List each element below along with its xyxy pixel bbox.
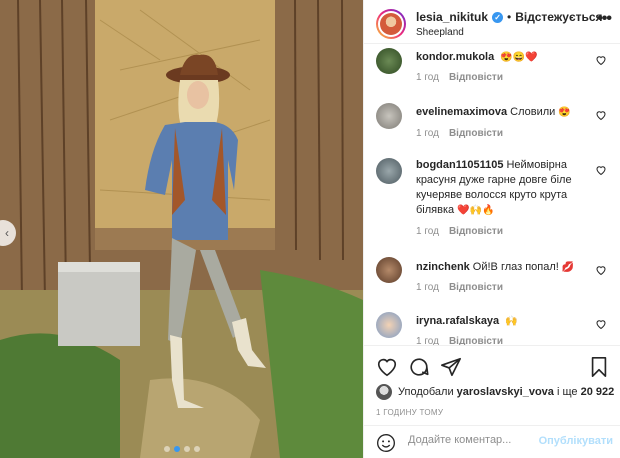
post-timestamp[interactable]: 1 ГОДИНУ ТОМУ: [376, 408, 443, 417]
more-options-icon[interactable]: •••: [597, 10, 612, 28]
comment-item: iryna.rafalskaya 🙌 1 год Відповісти: [364, 310, 620, 345]
reply-button[interactable]: Відповісти: [449, 282, 503, 293]
commenter-avatar[interactable]: [376, 103, 402, 129]
comment-text-block: bogdan11051105 Неймовірна красуня дуже га…: [416, 158, 596, 218]
likes-and-label: і ще: [556, 386, 578, 398]
comment-meta: 1 год Відповісти: [416, 282, 503, 293]
comment-emoji: 😍: [558, 107, 571, 118]
comment-time[interactable]: 1 год: [416, 128, 439, 139]
like-comment-heart-icon[interactable]: [595, 54, 607, 66]
commenter-avatar[interactable]: [376, 48, 402, 74]
liker-avatar[interactable]: [376, 384, 392, 400]
likes-prefix: Уподобали: [398, 386, 454, 398]
likes-text: Уподобали yaroslavskyi_vova і ще 20 922: [398, 386, 614, 398]
reply-button[interactable]: Відповісти: [449, 128, 503, 139]
comment-text-block: evelinemaximova Словили 😍: [416, 105, 596, 120]
comment-meta: 1 год Відповісти: [416, 72, 503, 83]
photo-illustration: [0, 0, 363, 458]
comment-emoji: 😍😄❤️: [500, 52, 538, 63]
commenter-username[interactable]: bogdan11051105: [416, 159, 503, 171]
commenter-username[interactable]: evelinemaximova: [416, 106, 507, 118]
carousel-dot: [163, 446, 170, 452]
comment-time[interactable]: 1 год: [416, 226, 439, 237]
comment-item: nzinchenk Ой!В глаз попал! 💋 1 год Відпові…: [364, 254, 620, 300]
comment-time[interactable]: 1 год: [416, 336, 439, 345]
comment-emoji: 💋: [561, 262, 575, 273]
comment-item: kondor.mukola 😍😄❤️ 1 год Відповісти: [364, 44, 620, 90]
heart-icon[interactable]: [376, 356, 398, 378]
post-header: lesia_nikituk ✓ • Відстежується Sheeplan…: [364, 0, 620, 44]
like-comment-heart-icon[interactable]: [595, 318, 607, 330]
comment-emoji: ❤️🙌🔥: [457, 205, 495, 216]
post-side-panel: lesia_nikituk ✓ • Відстежується Sheeplan…: [363, 0, 620, 458]
comment-text-block: kondor.mukola 😍😄❤️: [416, 50, 596, 65]
liker-username[interactable]: yaroslavskyi_vova: [457, 386, 554, 398]
add-comment-bar: Опублікувати: [364, 425, 620, 458]
author-line: lesia_nikituk ✓ • Відстежується: [416, 10, 603, 24]
reply-button[interactable]: Відповісти: [449, 336, 503, 345]
likes-summary: Уподобали yaroslavskyi_vova і ще 20 922: [376, 384, 614, 400]
reply-button[interactable]: Відповісти: [449, 72, 503, 83]
commenter-username[interactable]: kondor.mukola: [416, 51, 494, 63]
reply-button[interactable]: Відповісти: [449, 226, 503, 237]
comment-meta: 1 год Відповісти: [416, 226, 503, 237]
emoji-smile-icon[interactable]: [376, 433, 396, 453]
comment-text: Ой!В глаз попал!: [472, 261, 559, 273]
commenter-avatar[interactable]: [376, 158, 402, 184]
likes-count[interactable]: 20 922: [581, 386, 615, 398]
comment-item: bogdan11051105 Неймовірна красуня дуже га…: [364, 154, 620, 244]
comment-text: Словили: [510, 106, 556, 118]
commenter-username[interactable]: iryna.rafalskaya: [416, 315, 499, 327]
comment-time[interactable]: 1 год: [416, 282, 439, 293]
header-separator: •: [507, 10, 512, 24]
carousel-dots: [0, 446, 363, 452]
comment-icon[interactable]: [408, 356, 430, 378]
author-avatar[interactable]: [376, 9, 406, 39]
author-username[interactable]: lesia_nikituk: [416, 10, 488, 24]
comment-emoji: 🙌: [505, 316, 518, 327]
commenter-username[interactable]: nzinchenk: [416, 261, 470, 273]
bookmark-icon[interactable]: [588, 356, 610, 378]
comment-meta: 1 год Відповісти: [416, 336, 503, 345]
comments-list[interactable]: kondor.mukola 😍😄❤️ 1 год Відповісти eveli…: [364, 44, 620, 345]
carousel-dot: [193, 446, 200, 452]
chevron-left-icon: ‹: [5, 226, 9, 240]
comment-item: evelinemaximova Словили 😍 1 год Відповісти: [364, 99, 620, 145]
commenter-avatar[interactable]: [376, 257, 402, 283]
comment-input[interactable]: [408, 434, 538, 446]
like-comment-heart-icon[interactable]: [595, 109, 607, 121]
share-icon[interactable]: [440, 356, 462, 378]
post-actions: Уподобали yaroslavskyi_vova і ще 20 922 …: [364, 345, 620, 425]
location-link[interactable]: Sheepland: [416, 27, 464, 38]
like-comment-heart-icon[interactable]: [595, 164, 607, 176]
comment-text-block: iryna.rafalskaya 🙌: [416, 314, 596, 329]
commenter-avatar[interactable]: [376, 312, 402, 338]
carousel-dot: [183, 446, 190, 452]
carousel-dot: [173, 446, 180, 452]
like-comment-heart-icon[interactable]: [595, 264, 607, 276]
comment-text-block: nzinchenk Ой!В глаз попал! 💋: [416, 260, 596, 275]
publish-comment-button[interactable]: Опублікувати: [539, 435, 613, 447]
comment-meta: 1 год Відповісти: [416, 128, 503, 139]
following-button[interactable]: Відстежується: [515, 10, 602, 24]
post-photo[interactable]: ‹: [0, 0, 363, 458]
comment-time[interactable]: 1 год: [416, 72, 439, 83]
verified-badge-icon: ✓: [492, 11, 504, 23]
